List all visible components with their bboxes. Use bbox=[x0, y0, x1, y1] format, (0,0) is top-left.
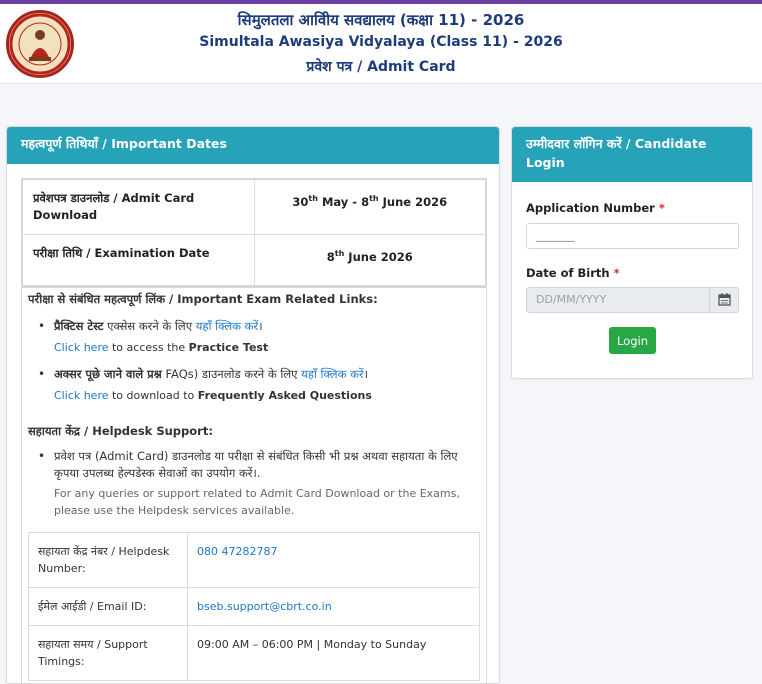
helpdesk-title: सहायता केंद्र / Helpdesk Support: bbox=[28, 424, 213, 438]
practice-test-link[interactable]: Click here bbox=[54, 341, 109, 354]
helpdesk-table: सहायता केंद्र नंबर / Helpdesk Number: 08… bbox=[28, 532, 480, 681]
faq-link[interactable]: Click here bbox=[54, 389, 109, 402]
table-row: प्रवेशपत्र डाउनलोड / Admit Card Download… bbox=[21, 178, 487, 235]
exam-links-section: परीक्षा से संबंधित महत्वपूर्ण लिंक / Imp… bbox=[21, 285, 487, 684]
header-subtitle: प्रवेश पत्र / Admit Card bbox=[306, 59, 456, 75]
helpdesk-email: bseb.support@cbrt.co.in bbox=[187, 587, 480, 626]
important-dates-title: महत्वपूर्ण तिथियाँ / Important Dates bbox=[7, 127, 499, 164]
helpdesk-label: सहायता केंद्र नंबर / Helpdesk Number: bbox=[28, 532, 188, 588]
date-label: परीक्षा तिथि / Examination Date bbox=[21, 234, 255, 287]
helpdesk-label: सहायता समय / Support Timings: bbox=[28, 625, 188, 681]
exam-links-title: परीक्षा से संबंधित महत्वपूर्ण लिंक / Imp… bbox=[28, 292, 378, 306]
table-row: सहायता केंद्र नंबर / Helpdesk Number: 08… bbox=[28, 532, 480, 588]
application-number-input[interactable]: _______ bbox=[526, 223, 739, 249]
list-item: • प्रैक्टिस टेस्ट एक्सेस करने के लिए यहा… bbox=[38, 319, 269, 354]
important-dates-card: महत्वपूर्ण तिथियाँ / Important Dates प्र… bbox=[6, 126, 500, 684]
date-value: 8th June 2026 bbox=[253, 234, 487, 287]
helpdesk-phone-link[interactable]: 080 47282787 bbox=[197, 545, 277, 558]
header-title-english: Simultala Awasiya Vidyalaya (Class 11) -… bbox=[199, 34, 563, 50]
list-item: • अक्सर पूछे जाने वाले प्रश्न FAQs) डाउन… bbox=[38, 367, 372, 402]
login-title: उम्मीदवार लॉगिन करें / Candidate Login bbox=[512, 127, 752, 182]
date-value: 30th May - 8th June 2026 bbox=[253, 178, 487, 235]
helpdesk-label: ईमेल आईडी / Email ID: bbox=[28, 587, 188, 626]
support-timings: 09:00 AM – 06:00 PM | Monday to Sunday bbox=[187, 625, 480, 681]
helpdesk-text-english: For any queries or support related to Ad… bbox=[54, 487, 460, 517]
date-label: प्रवेशपत्र डाउनलोड / Admit Card Download bbox=[21, 178, 255, 235]
list-item: • प्रवेश पत्र (Admit Card) डाउनलोड या पर… bbox=[38, 448, 484, 519]
candidate-login-card: उम्मीदवार लॉगिन करें / Candidate Login A… bbox=[511, 126, 753, 379]
header-title-hindi: सिमुलतला आविीय सवद्यालय (कक्षा 11) - 202… bbox=[237, 11, 525, 29]
dob-label: Date of Birth * bbox=[526, 266, 620, 280]
application-number-label: Application Number * bbox=[526, 201, 665, 215]
login-button[interactable]: Login bbox=[609, 327, 656, 354]
helpdesk-number: 080 47282787 bbox=[187, 532, 480, 588]
table-row: ईमेल आईडी / Email ID: bseb.support@cbrt.… bbox=[28, 587, 480, 626]
dob-input[interactable]: DD/MM/YYYY bbox=[526, 287, 710, 313]
page-header: सिमुलतला आविीय सवद्यालय (कक्षा 11) - 202… bbox=[0, 4, 762, 84]
helpdesk-email-link[interactable]: bseb.support@cbrt.co.in bbox=[197, 600, 332, 613]
helpdesk-text-hindi: प्रवेश पत्र (Admit Card) डाउनलोड या परीक… bbox=[54, 449, 458, 480]
practice-test-link-hindi[interactable]: यहाँ क्लिक करें bbox=[196, 319, 258, 333]
calendar-icon[interactable] bbox=[710, 287, 739, 313]
table-row: परीक्षा तिथि / Examination Date 8th June… bbox=[21, 234, 487, 287]
dates-table: प्रवेशपत्र डाउनलोड / Admit Card Download… bbox=[21, 178, 487, 288]
table-row: सहायता समय / Support Timings: 09:00 AM –… bbox=[28, 625, 480, 681]
faq-link-hindi[interactable]: यहाँ क्लिक करें bbox=[301, 367, 363, 381]
